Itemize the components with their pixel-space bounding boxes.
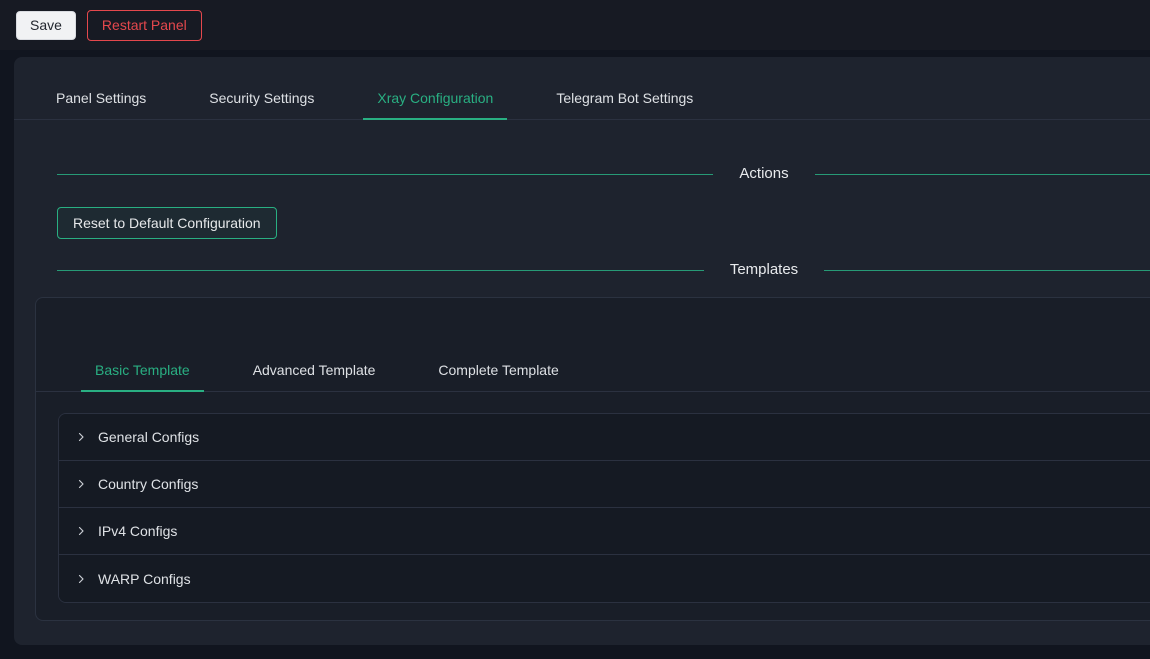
tab-complete-template[interactable]: Complete Template (424, 350, 572, 391)
topbar: Save Restart Panel (0, 0, 1150, 50)
save-button[interactable]: Save (16, 11, 76, 40)
tab-telegram-bot-settings[interactable]: Telegram Bot Settings (542, 78, 707, 119)
templates-divider-label: Templates (704, 258, 824, 282)
reset-default-config-button[interactable]: Reset to Default Configuration (57, 207, 277, 239)
collapse-item-ipv4-configs[interactable]: IPv4 Configs (59, 508, 1150, 555)
restart-panel-button[interactable]: Restart Panel (87, 10, 202, 41)
tab-basic-template[interactable]: Basic Template (81, 350, 204, 391)
collapse-item-warp-configs[interactable]: WARP Configs (59, 555, 1150, 602)
tab-xray-configuration[interactable]: Xray Configuration (363, 78, 507, 119)
actions-divider: Actions (57, 162, 1150, 186)
chevron-right-icon (75, 478, 87, 490)
tab-security-settings[interactable]: Security Settings (195, 78, 328, 119)
chevron-right-icon (75, 525, 87, 537)
tab-advanced-template[interactable]: Advanced Template (239, 350, 390, 391)
collapse-item-general-configs[interactable]: General Configs (59, 414, 1150, 461)
template-tabs: Basic Template Advanced Template Complet… (36, 350, 1150, 392)
chevron-right-icon (75, 573, 87, 585)
tab-panel-settings[interactable]: Panel Settings (42, 78, 160, 119)
collapse-item-label: IPv4 Configs (98, 523, 177, 539)
settings-tabs: Panel Settings Security Settings Xray Co… (14, 78, 1150, 120)
collapse-item-label: Country Configs (98, 476, 198, 492)
settings-card: Panel Settings Security Settings Xray Co… (14, 57, 1150, 645)
chevron-right-icon (75, 431, 87, 443)
collapse-item-country-configs[interactable]: Country Configs (59, 461, 1150, 508)
collapse-item-label: General Configs (98, 429, 199, 445)
templates-divider: Templates (57, 258, 1150, 282)
actions-divider-label: Actions (713, 162, 814, 186)
templates-card: Basic Template Advanced Template Complet… (35, 297, 1150, 621)
collapse-item-label: WARP Configs (98, 571, 191, 587)
config-collapse: General Configs Country Configs IPv4 Con… (58, 413, 1150, 603)
